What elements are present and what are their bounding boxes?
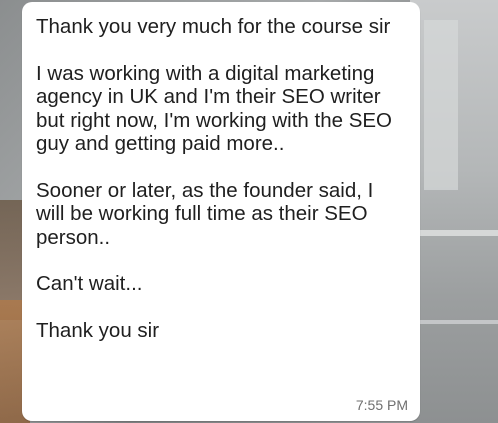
wallpaper-rail-lower bbox=[410, 320, 498, 324]
wallpaper-rail bbox=[410, 230, 498, 236]
wallpaper-pillar bbox=[424, 20, 458, 190]
message-text: Thank you very much for the course sir I… bbox=[36, 15, 392, 343]
message-timestamp: 7:55 PM bbox=[355, 397, 408, 413]
message-bubble[interactable]: Thank you very much for the course sir I… bbox=[22, 2, 420, 421]
